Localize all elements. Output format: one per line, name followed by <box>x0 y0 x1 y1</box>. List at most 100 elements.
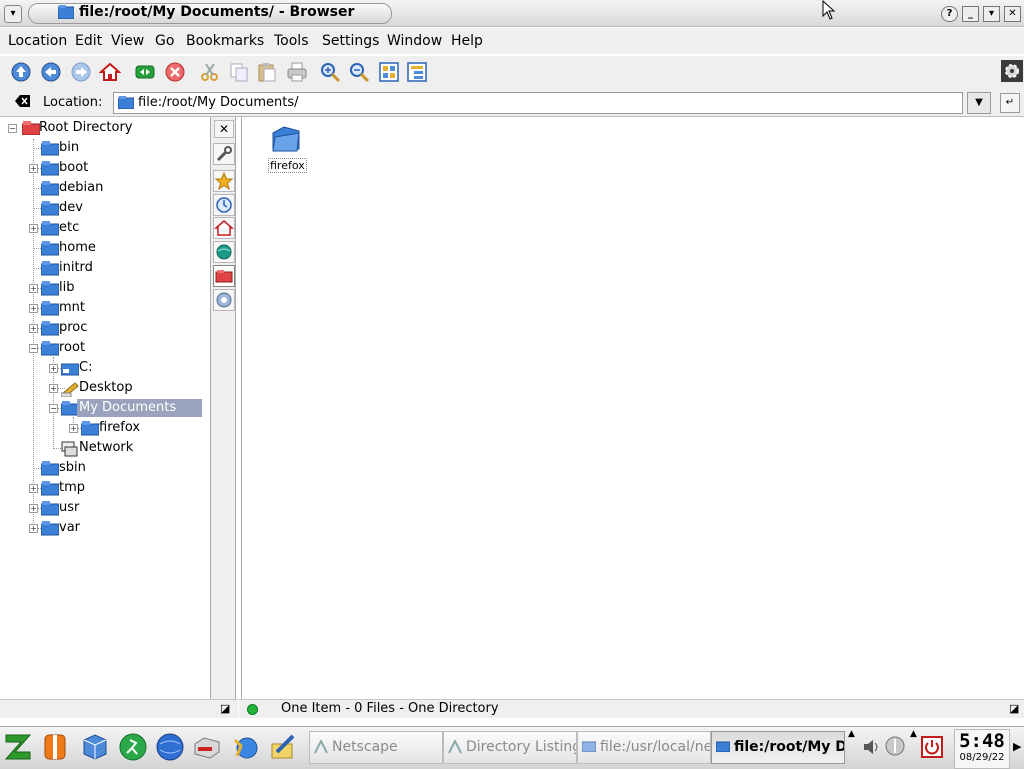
tab-services-2[interactable] <box>213 289 235 311</box>
tree-item-c-drive[interactable]: + C: <box>0 359 206 377</box>
tab-history[interactable] <box>213 194 235 216</box>
location-input[interactable]: file:/root/My Documents/ <box>113 92 963 114</box>
menu-location[interactable]: Location <box>8 33 67 49</box>
up-arrow-icon[interactable] <box>10 61 32 83</box>
collapse-toggle[interactable]: − <box>49 404 58 413</box>
tray-arrow-icon[interactable]: ▲ <box>910 729 917 739</box>
expand-toggle[interactable]: + <box>29 284 38 293</box>
resize-grip-icon[interactable]: ◪ <box>1009 702 1019 715</box>
back-icon[interactable] <box>40 61 62 83</box>
stop-icon[interactable] <box>164 61 186 83</box>
expand-toggle[interactable]: + <box>29 164 38 173</box>
drive-icon[interactable] <box>192 732 222 762</box>
menu-help[interactable]: Help <box>451 33 483 49</box>
expand-toggle[interactable]: + <box>29 324 38 333</box>
folder-icon <box>58 5 74 19</box>
globe-icon[interactable] <box>155 732 185 762</box>
tree-item-boot[interactable]: + boot <box>0 159 206 177</box>
expand-toggle[interactable]: + <box>29 524 38 533</box>
reload-icon[interactable] <box>134 61 156 83</box>
menu-view[interactable]: View <box>111 33 144 49</box>
tree-item-debian[interactable]: debian <box>0 179 206 197</box>
close-button[interactable]: ✕ <box>1004 6 1021 22</box>
task-file-root-my-documents[interactable]: file:/root/My Do <box>711 731 845 764</box>
menu-go[interactable]: Go <box>155 33 174 49</box>
tree-item-bin[interactable]: bin <box>0 139 206 157</box>
tab-home[interactable] <box>213 217 235 239</box>
collapse-toggle[interactable]: − <box>8 124 17 133</box>
go-button[interactable]: ↵ <box>1000 93 1020 113</box>
minimize-button[interactable]: _ <box>962 6 979 22</box>
menu-tools[interactable]: Tools <box>274 33 309 49</box>
copy-icon[interactable] <box>228 61 250 83</box>
paste-icon[interactable] <box>256 61 278 83</box>
tree-item-label: Desktop <box>79 380 133 395</box>
tree-item-home[interactable]: home <box>0 239 206 257</box>
sound-mixer-icon[interactable] <box>884 735 906 757</box>
tree-item-mnt[interactable]: + mnt <box>0 299 206 317</box>
clock[interactable]: 5:48 08/29/22 <box>954 729 1010 769</box>
menu-window[interactable]: Window <box>387 33 442 49</box>
window-menu-button[interactable]: ▾ <box>4 5 22 23</box>
help-button[interactable]: ? <box>941 6 958 22</box>
location-dropdown-button[interactable]: ▼ <box>967 92 991 114</box>
tree-item-root[interactable]: − root <box>0 339 206 357</box>
forward-icon[interactable] <box>70 61 92 83</box>
menu-bookmarks[interactable]: Bookmarks <box>186 33 264 49</box>
resize-grip-icon[interactable]: ◪ <box>220 702 230 715</box>
tree-item-firefox[interactable]: + firefox <box>0 419 206 437</box>
editor-icon[interactable] <box>267 732 297 762</box>
network-icon[interactable] <box>229 732 259 762</box>
tree-item-network[interactable]: Network <box>0 439 206 457</box>
maximize-button[interactable]: ▾ <box>983 6 1000 22</box>
tree-item-lib[interactable]: + lib <box>0 279 206 297</box>
clear-location-icon[interactable] <box>15 94 31 108</box>
close-sidebar-icon[interactable]: ✕ <box>214 120 234 138</box>
expand-toggle[interactable]: + <box>29 504 38 513</box>
tree-item-usr[interactable]: + usr <box>0 499 206 517</box>
tree-item-initrd[interactable]: initrd <box>0 259 206 277</box>
zoom-out-icon[interactable] <box>348 61 370 83</box>
tree-item-etc[interactable]: + etc <box>0 219 206 237</box>
collapse-toggle[interactable]: − <box>29 344 38 353</box>
icon-view-icon[interactable] <box>378 61 400 83</box>
runner-icon[interactable] <box>118 732 148 762</box>
tab-bookmarks[interactable] <box>213 170 235 192</box>
tree-item-desktop[interactable]: + Desktop <box>0 379 206 397</box>
tree-item-var[interactable]: + var <box>0 519 206 537</box>
tree-item-tmp[interactable]: + tmp <box>0 479 206 497</box>
task-directory-listing[interactable]: Directory Listing <box>443 731 577 764</box>
expand-toggle[interactable]: + <box>49 364 58 373</box>
taskbar-scroll-right-icon[interactable]: ▶ <box>1013 740 1021 753</box>
tree-item-sbin[interactable]: sbin <box>0 459 206 477</box>
expand-toggle[interactable]: + <box>29 484 38 493</box>
start-menu-icon[interactable] <box>3 732 33 762</box>
menu-edit[interactable]: Edit <box>75 33 102 49</box>
task-netscape[interactable]: Netscape <box>309 731 443 764</box>
tree-view-icon[interactable] <box>406 61 428 83</box>
tab-root-folder[interactable] <box>213 265 235 287</box>
zoom-in-icon[interactable] <box>319 61 341 83</box>
expand-toggle[interactable]: + <box>69 424 78 433</box>
cut-icon[interactable] <box>199 61 221 83</box>
tree-item-proc[interactable]: + proc <box>0 319 206 337</box>
tray-arrow-icon[interactable]: ▲ <box>848 729 855 739</box>
tree-item-my-documents[interactable]: − My Documents <box>0 399 206 417</box>
print-icon[interactable] <box>286 61 308 83</box>
expand-toggle[interactable]: + <box>49 384 58 393</box>
tab-services[interactable] <box>213 143 235 165</box>
tree-item-root-directory[interactable]: − Root Directory <box>6 119 206 137</box>
life-jacket-icon[interactable] <box>40 732 70 762</box>
volume-icon[interactable] <box>861 737 881 757</box>
task-file-usr-local[interactable]: file:/usr/local/net <box>577 731 711 764</box>
file-item-firefox[interactable]: firefox <box>264 121 310 173</box>
expand-toggle[interactable]: + <box>29 224 38 233</box>
tree-item-dev[interactable]: dev <box>0 199 206 217</box>
tab-network[interactable] <box>213 241 235 263</box>
power-icon[interactable] <box>921 736 943 758</box>
expand-toggle[interactable]: + <box>29 304 38 313</box>
home-page-icon[interactable] <box>99 61 121 83</box>
menu-settings[interactable]: Settings <box>322 33 379 49</box>
package-icon[interactable] <box>80 732 110 762</box>
gear-icon[interactable] <box>1001 60 1023 82</box>
